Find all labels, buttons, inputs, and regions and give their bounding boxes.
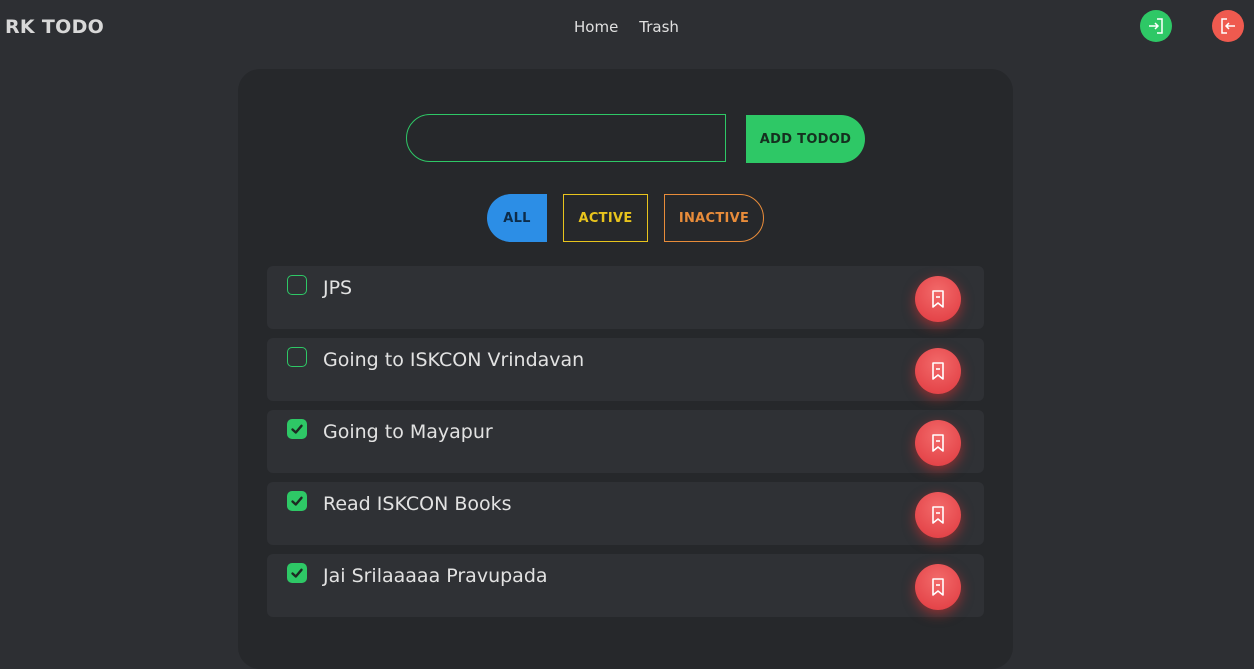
delete-todo-button[interactable] xyxy=(915,348,961,394)
todo-text: Jai Srilaaaaa Pravupada xyxy=(323,565,548,587)
nav-link-home[interactable]: Home xyxy=(574,18,618,36)
bookmark-remove-icon xyxy=(932,362,944,380)
todo-item: JPS xyxy=(267,266,984,329)
bookmark-remove-icon xyxy=(932,506,944,524)
delete-todo-button[interactable] xyxy=(915,276,961,322)
add-todo-button[interactable]: ADD TODOD xyxy=(746,115,865,163)
filter-active-button[interactable]: ACTIVE xyxy=(563,194,648,242)
nav-links: Home Trash xyxy=(574,18,679,36)
delete-todo-button[interactable] xyxy=(915,420,961,466)
logout-button[interactable] xyxy=(1212,10,1244,42)
logout-icon xyxy=(1221,18,1235,34)
todo-item: Jai Srilaaaaa Pravupada xyxy=(267,554,984,617)
bookmark-remove-icon xyxy=(932,578,944,596)
login-button[interactable] xyxy=(1140,10,1172,42)
checkbox-checked-icon[interactable] xyxy=(287,419,307,439)
todo-text: JPS xyxy=(323,277,353,299)
bookmark-remove-icon xyxy=(932,290,944,308)
todo-item: Read ISKCON Books xyxy=(267,482,984,545)
todo-input[interactable] xyxy=(406,114,726,162)
delete-todo-button[interactable] xyxy=(915,492,961,538)
bookmark-remove-icon xyxy=(932,434,944,452)
filter-inactive-button[interactable]: INACTIVE xyxy=(664,194,764,242)
checkbox-unchecked-icon[interactable] xyxy=(287,275,307,295)
todo-item: Going to Mayapur xyxy=(267,410,984,473)
delete-todo-button[interactable] xyxy=(915,564,961,610)
checkbox-checked-icon[interactable] xyxy=(287,563,307,583)
todo-text: Read ISKCON Books xyxy=(323,493,512,515)
todo-item: Going to ISKCON Vrindavan xyxy=(267,338,984,401)
checkbox-unchecked-icon[interactable] xyxy=(287,347,307,367)
nav-link-trash[interactable]: Trash xyxy=(639,18,679,36)
top-navbar: RK TODO Home Trash xyxy=(0,0,1254,54)
todo-text: Going to ISKCON Vrindavan xyxy=(323,349,585,371)
brand-logo[interactable]: RK TODO xyxy=(5,16,104,38)
login-icon xyxy=(1149,18,1163,34)
checkbox-checked-icon[interactable] xyxy=(287,491,307,511)
filter-all-button[interactable]: ALL xyxy=(487,194,547,242)
todo-text: Going to Mayapur xyxy=(323,421,493,443)
